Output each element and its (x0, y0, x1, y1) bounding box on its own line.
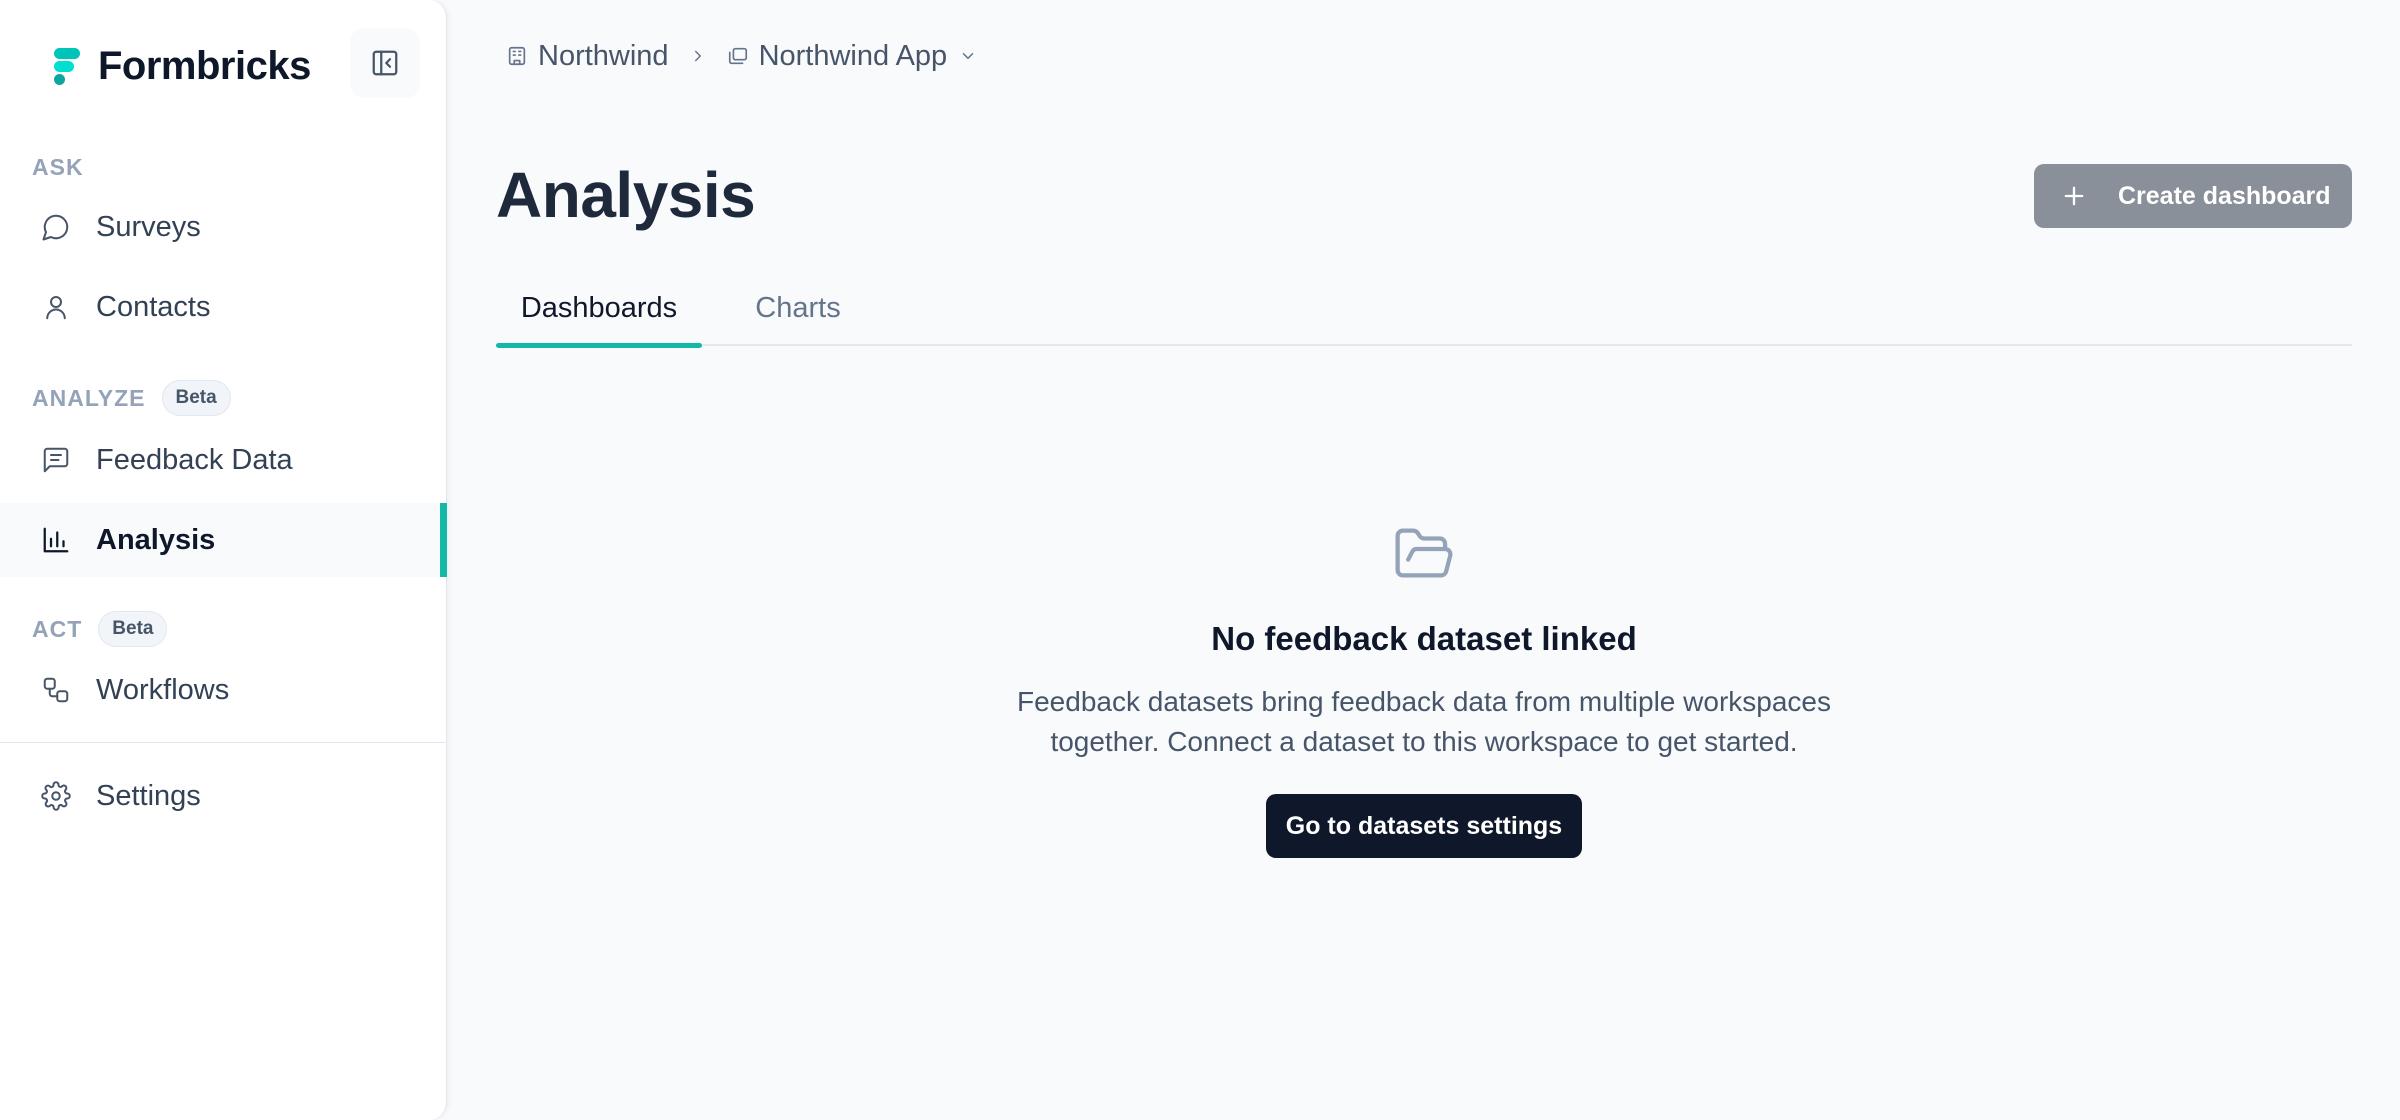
section-label: ANALYZE (32, 384, 146, 411)
tab-dashboards[interactable]: Dashboards (496, 270, 702, 348)
sidebar-item-label: Settings (96, 779, 201, 812)
folder-open-icon (1395, 528, 1453, 578)
tab-bar: Dashboards Charts (496, 270, 2352, 348)
empty-state-title: No feedback dataset linked (1211, 620, 1637, 657)
chevron-right-icon (689, 47, 707, 65)
section-label: ASK (32, 154, 84, 180)
folders-icon (727, 44, 751, 68)
sidebar-item-analysis[interactable]: Analysis (0, 503, 447, 577)
breadcrumb-organization-label: Northwind (538, 39, 669, 72)
user-icon (40, 291, 72, 323)
breadcrumb-organization[interactable]: Northwind (506, 40, 669, 73)
sidebar-item-label: Surveys (96, 210, 201, 243)
beta-badge: Beta (161, 380, 231, 416)
breadcrumb-project[interactable]: Northwind App (727, 40, 978, 73)
sidebar-item-label: Analysis (96, 523, 216, 556)
go-to-datasets-settings-button[interactable]: Go to datasets settings (1266, 794, 1582, 858)
sidebar-item-surveys[interactable]: Surveys (0, 190, 447, 264)
formbricks-logo-icon (54, 48, 80, 85)
tab-label: Charts (755, 291, 841, 324)
bar-chart-icon (40, 524, 72, 556)
sidebar-item-workflows[interactable]: Workflows (0, 653, 447, 727)
sidebar-divider (0, 742, 447, 743)
gear-icon (40, 780, 72, 812)
workflow-icon (40, 674, 72, 706)
section-analyze: ANALYZE Beta (32, 380, 231, 416)
message-square-text-icon (40, 444, 72, 476)
sidebar-item-label: Feedback Data (96, 443, 293, 476)
create-dashboard-label: Create dashboard (2118, 181, 2331, 210)
building-icon (506, 44, 530, 68)
sidebar-item-feedback-data[interactable]: Feedback Data (0, 423, 447, 497)
plus-icon (2060, 181, 2090, 211)
page-title: Analysis (496, 159, 756, 231)
create-dashboard-button[interactable]: Create dashboard (2034, 164, 2352, 228)
chevron-down-icon (959, 47, 977, 65)
sidebar-item-contacts[interactable]: Contacts (0, 270, 447, 344)
sidebar-item-label: Workflows (96, 673, 230, 706)
message-circle-icon (40, 211, 72, 243)
sidebar: Formbricks ASK Surveys Contacts ANALYZE … (0, 0, 447, 1120)
brand-name: Formbricks (98, 43, 311, 88)
breadcrumb-project-label: Northwind App (758, 39, 948, 72)
breadcrumb: Northwind Northwind App (506, 36, 977, 76)
sidebar-item-settings[interactable]: Settings (0, 759, 447, 833)
collapse-sidebar-button[interactable] (350, 28, 420, 98)
tab-charts[interactable]: Charts (720, 270, 876, 346)
sidebar-item-label: Contacts (96, 290, 211, 323)
panel-collapse-icon (372, 50, 398, 76)
brand[interactable]: Formbricks (52, 38, 311, 94)
tab-label: Dashboards (520, 291, 678, 324)
empty-state-description: Feedback datasets bring feedback data fr… (1017, 686, 1831, 757)
section-ask: ASK (32, 154, 84, 181)
